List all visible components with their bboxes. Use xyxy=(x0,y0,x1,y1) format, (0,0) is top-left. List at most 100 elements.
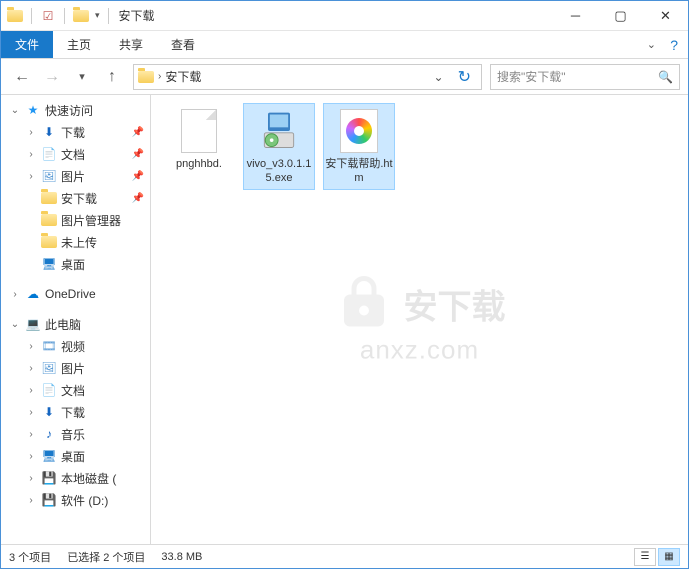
file-item[interactable]: 安下载帮助.htm xyxy=(323,103,395,190)
file-list: pnghhbd. vivo_v3.0.1.15.exe 安下载帮助.htm xyxy=(163,103,676,190)
properties-icon[interactable]: ☑ xyxy=(40,8,56,24)
drive-icon: 💾 xyxy=(41,492,57,508)
chevron-right-icon[interactable]: › xyxy=(158,71,161,82)
folder-icon xyxy=(41,190,57,206)
forward-button[interactable]: → xyxy=(39,64,65,90)
titlebar: ☑ ▾ 安下载 ─ ▢ ✕ xyxy=(1,1,688,31)
back-button[interactable]: ← xyxy=(9,64,35,90)
pin-icon: 📌 xyxy=(132,127,144,138)
pin-icon: 📌 xyxy=(132,149,144,160)
sidebar-item-drive-d[interactable]: ›💾软件 (D:) xyxy=(1,489,150,511)
file-item[interactable]: pnghhbd. xyxy=(163,103,235,190)
explorer-window: ☑ ▾ 安下载 ─ ▢ ✕ 文件 主页 共享 查看 ⌄ ? ← → ▾ ↑ › … xyxy=(0,0,689,569)
chevron-right-icon[interactable]: › xyxy=(25,127,37,138)
desktop-icon: 🖥 xyxy=(41,448,57,464)
chevron-down-icon[interactable]: ⌄ xyxy=(9,319,21,330)
drive-icon: 💾 xyxy=(41,470,57,486)
expand-ribbon-icon[interactable]: ⌄ xyxy=(647,38,656,51)
close-button[interactable]: ✕ xyxy=(643,1,688,30)
tab-share[interactable]: 共享 xyxy=(105,31,157,58)
chevron-right-icon[interactable]: › xyxy=(25,473,37,484)
videos-icon: 🎞 xyxy=(41,338,57,354)
help-icon[interactable]: ? xyxy=(670,37,678,53)
address-bar[interactable]: › 安下载 ⌄ ↻ xyxy=(133,64,482,90)
quick-access-node[interactable]: ⌄ ★ 快速访问 xyxy=(1,99,150,121)
status-selected: 已选择 2 个项目 xyxy=(67,549,145,565)
pc-icon: 💻 xyxy=(25,316,41,332)
window-controls: ─ ▢ ✕ xyxy=(553,1,688,30)
maximize-button[interactable]: ▢ xyxy=(598,1,643,30)
sidebar-item-videos[interactable]: ›🎞视频 xyxy=(1,335,150,357)
chevron-right-icon[interactable]: › xyxy=(25,495,37,506)
sidebar-item-desktop[interactable]: 🖥桌面 xyxy=(1,253,150,275)
breadcrumb[interactable]: 安下载 xyxy=(165,68,201,85)
file-label: 安下载帮助.htm xyxy=(325,157,393,186)
sidebar-item-documents2[interactable]: ›📄文档 xyxy=(1,379,150,401)
chevron-right-icon[interactable]: › xyxy=(25,385,37,396)
chevron-right-icon[interactable]: › xyxy=(25,429,37,440)
chevron-right-icon[interactable]: › xyxy=(25,363,37,374)
file-label: pnghhbd. xyxy=(176,157,222,171)
qat-dropdown[interactable]: ▾ xyxy=(95,10,100,21)
sidebar-item-pictures2[interactable]: ›🖼图片 xyxy=(1,357,150,379)
desktop-icon: 🖥 xyxy=(41,256,57,272)
sidebar-item-downloads2[interactable]: ›⬇下载 xyxy=(1,401,150,423)
recent-dropdown[interactable]: ▾ xyxy=(69,64,95,90)
sidebar-item-desktop2[interactable]: ›🖥桌面 xyxy=(1,445,150,467)
download-icon: ⬇ xyxy=(41,124,57,140)
chevron-right-icon[interactable]: › xyxy=(25,451,37,462)
sidebar-item-pictures[interactable]: ›🖼图片📌 xyxy=(1,165,150,187)
navbar: ← → ▾ ↑ › 安下载 ⌄ ↻ 搜索"安下载" 🔍 xyxy=(1,59,688,95)
tab-view[interactable]: 查看 xyxy=(157,31,209,58)
refresh-button[interactable]: ↻ xyxy=(452,67,477,87)
body: ⌄ ★ 快速访问 ›⬇下载📌 ›📄文档📌 ›🖼图片📌 安下载📌 图片管理器 未上… xyxy=(1,95,688,544)
chevron-down-icon[interactable]: ⌄ xyxy=(9,105,21,116)
search-icon[interactable]: 🔍 xyxy=(658,70,673,84)
sidebar-item-notuploaded[interactable]: 未上传 xyxy=(1,231,150,253)
music-icon: ♪ xyxy=(41,426,57,442)
quick-access-label: 快速访问 xyxy=(45,102,93,119)
folder-icon xyxy=(41,234,57,250)
search-input[interactable]: 搜索"安下载" 🔍 xyxy=(490,64,680,90)
view-toggle: ☰ ▦ xyxy=(634,548,680,566)
onedrive-node[interactable]: ›☁OneDrive xyxy=(1,283,150,305)
pin-icon: 📌 xyxy=(132,171,144,182)
folder-qat-icon[interactable] xyxy=(73,8,89,24)
up-button[interactable]: ↑ xyxy=(99,64,125,90)
sidebar-item-music[interactable]: ›♪音乐 xyxy=(1,423,150,445)
separator xyxy=(31,8,32,24)
pictures-icon: 🖼 xyxy=(41,168,57,184)
window-title: 安下载 xyxy=(119,7,155,24)
status-item-count: 3 个项目 xyxy=(9,549,51,565)
address-dropdown[interactable]: ⌄ xyxy=(430,70,448,84)
file-item[interactable]: vivo_v3.0.1.15.exe xyxy=(243,103,315,190)
search-placeholder: 搜索"安下载" xyxy=(497,68,566,85)
sidebar-item-drive-c[interactable]: ›💾本地磁盘 ( xyxy=(1,467,150,489)
folder-app-icon xyxy=(7,8,23,24)
this-pc-node[interactable]: ⌄💻此电脑 xyxy=(1,313,150,335)
file-pane[interactable]: pnghhbd. vivo_v3.0.1.15.exe 安下载帮助.htm xyxy=(151,95,688,544)
navigation-pane[interactable]: ⌄ ★ 快速访问 ›⬇下载📌 ›📄文档📌 ›🖼图片📌 安下载📌 图片管理器 未上… xyxy=(1,95,151,544)
chevron-right-icon[interactable]: › xyxy=(25,407,37,418)
chevron-right-icon[interactable]: › xyxy=(9,289,21,300)
chevron-right-icon[interactable]: › xyxy=(25,171,37,182)
sidebar-item-picmgr[interactable]: 图片管理器 xyxy=(1,209,150,231)
separator xyxy=(108,8,109,24)
pin-icon: 📌 xyxy=(132,193,144,204)
chevron-right-icon[interactable]: › xyxy=(25,149,37,160)
details-view-button[interactable]: ☰ xyxy=(634,548,656,566)
status-bar: 3 个项目 已选择 2 个项目 33.8 MB ☰ ▦ xyxy=(1,544,688,568)
folder-icon xyxy=(138,69,154,85)
minimize-button[interactable]: ─ xyxy=(553,1,598,30)
qat: ☑ ▾ xyxy=(7,8,111,24)
ribbon: 文件 主页 共享 查看 ⌄ ? xyxy=(1,31,688,59)
chevron-right-icon[interactable]: › xyxy=(25,341,37,352)
icons-view-button[interactable]: ▦ xyxy=(658,548,680,566)
tab-home[interactable]: 主页 xyxy=(53,31,105,58)
htm-file-icon xyxy=(335,107,383,155)
download-icon: ⬇ xyxy=(41,404,57,420)
sidebar-item-anxz[interactable]: 安下载📌 xyxy=(1,187,150,209)
tab-file[interactable]: 文件 xyxy=(1,31,53,58)
sidebar-item-documents[interactable]: ›📄文档📌 xyxy=(1,143,150,165)
sidebar-item-downloads[interactable]: ›⬇下载📌 xyxy=(1,121,150,143)
